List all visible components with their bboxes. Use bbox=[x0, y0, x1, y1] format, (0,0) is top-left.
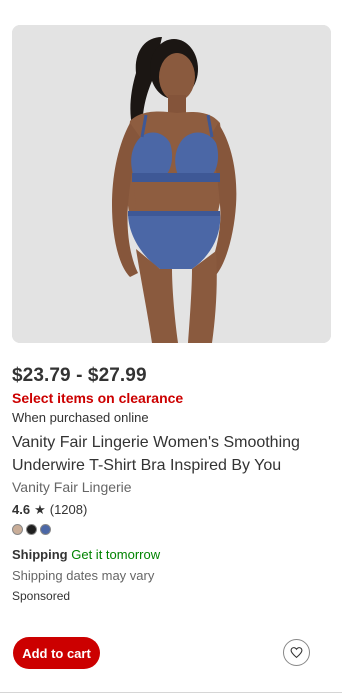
sponsored-label: Sponsored bbox=[12, 589, 71, 603]
product-image[interactable] bbox=[12, 25, 331, 343]
card-divider bbox=[0, 692, 342, 693]
brand-name[interactable]: Vanity Fair Lingerie bbox=[12, 479, 132, 495]
shipping-label: Shipping bbox=[12, 547, 68, 562]
shipping-note: Shipping dates may vary bbox=[12, 568, 155, 583]
model-photo bbox=[12, 25, 331, 343]
swatch-nude[interactable] bbox=[12, 524, 23, 535]
clearance-promo[interactable]: Select items on clearance bbox=[12, 390, 183, 406]
swatch-blue[interactable] bbox=[40, 524, 51, 535]
product-title[interactable]: Vanity Fair Lingerie Women's Smoothing U… bbox=[12, 431, 332, 477]
purchase-note: When purchased online bbox=[12, 410, 149, 425]
add-to-cart-button[interactable]: Add to cart bbox=[13, 637, 100, 669]
swatch-black[interactable] bbox=[26, 524, 37, 535]
rating-row[interactable]: 4.6 ★ (1208) bbox=[12, 502, 87, 517]
heart-icon bbox=[290, 647, 303, 659]
color-swatches bbox=[12, 524, 51, 535]
favorite-button[interactable] bbox=[283, 639, 310, 666]
price-range: $23.79 - $27.99 bbox=[12, 365, 147, 386]
shipping-row: Shipping Get it tomorrow bbox=[12, 547, 160, 562]
shipping-eta: Get it tomorrow bbox=[71, 547, 161, 562]
star-icon: ★ bbox=[34, 502, 46, 517]
product-card: $23.79 - $27.99 Select items on clearanc… bbox=[0, 0, 342, 694]
review-count: (1208) bbox=[49, 502, 88, 517]
rating-value: 4.6 bbox=[12, 502, 31, 517]
